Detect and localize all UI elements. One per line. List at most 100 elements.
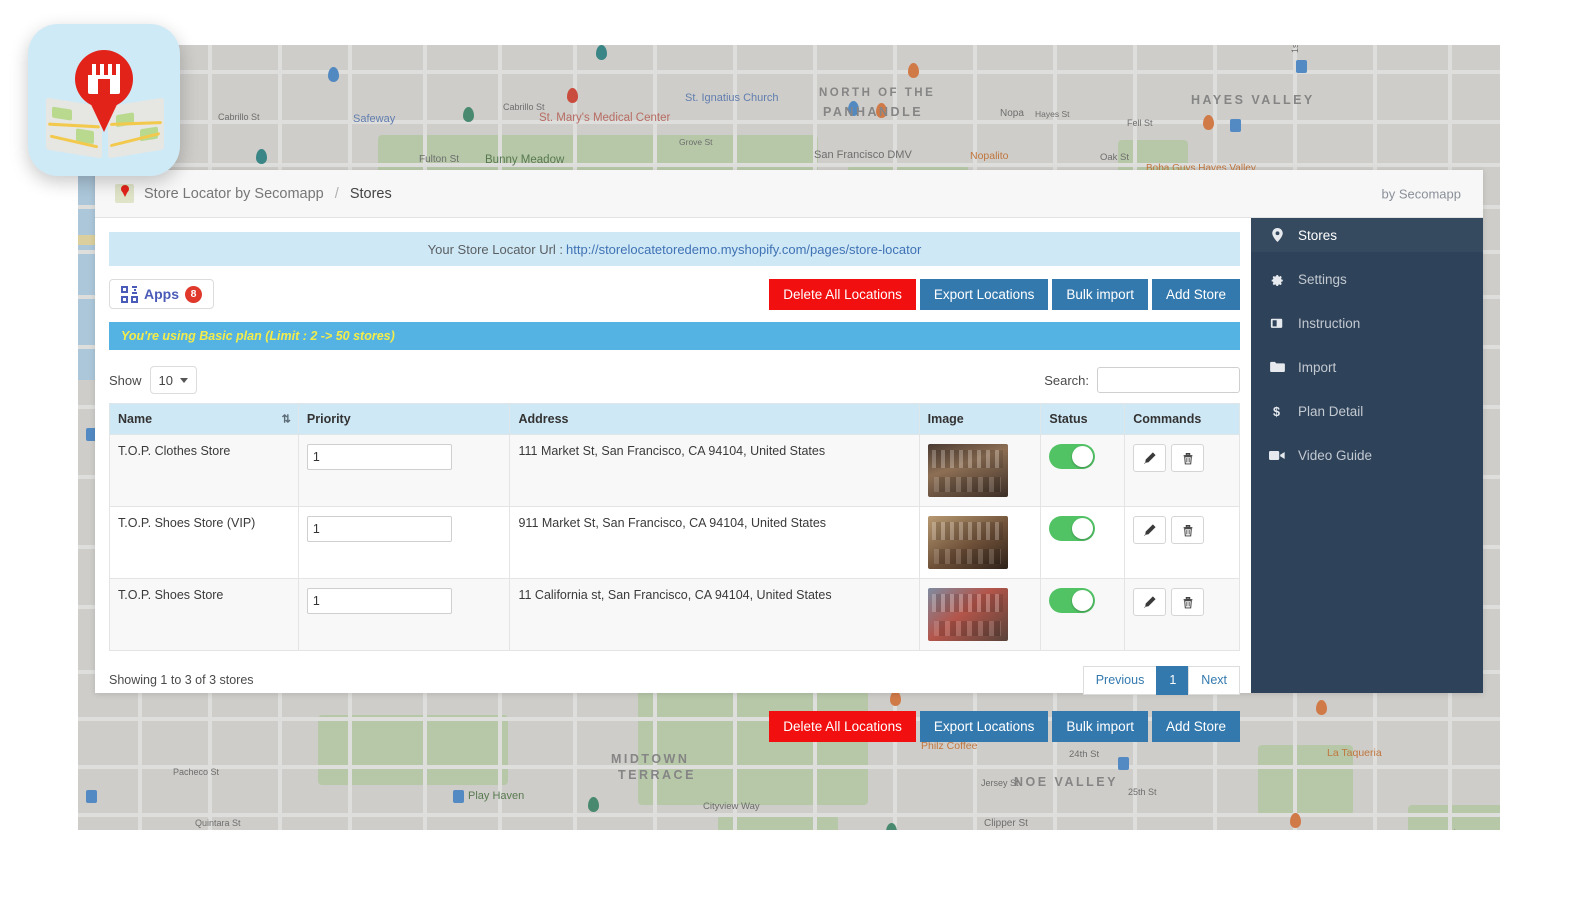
- cell-store-name: T.O.P. Clothes Store: [109, 434, 299, 507]
- cell-address: 911 Market St, San Francisco, CA 94104, …: [509, 506, 920, 579]
- map-label: HAYES VALLEY: [1191, 93, 1315, 107]
- delete-all-locations-button-bottom[interactable]: Delete All Locations: [769, 711, 916, 742]
- store-thumbnail[interactable]: [927, 588, 1008, 641]
- map-label: Fulton St: [419, 154, 460, 165]
- panel-topbar: Store Locator by Secomapp / Stores by Se…: [95, 170, 1483, 218]
- edit-store-button[interactable]: [1133, 588, 1167, 616]
- column-header-status[interactable]: Status: [1040, 403, 1126, 435]
- priority-input[interactable]: [306, 516, 452, 542]
- column-header-name[interactable]: Name ⇅: [109, 403, 299, 435]
- pagination-page-1[interactable]: 1: [1156, 665, 1190, 695]
- cell-status: [1040, 578, 1126, 651]
- pagination-previous[interactable]: Previous: [1082, 665, 1158, 695]
- column-header-image[interactable]: Image: [918, 403, 1042, 435]
- sort-icon[interactable]: ⇅: [282, 413, 291, 426]
- delete-store-button[interactable]: [1171, 444, 1205, 472]
- svg-text:$: $: [1273, 405, 1280, 419]
- status-toggle[interactable]: [1049, 516, 1096, 541]
- edit-store-button[interactable]: [1133, 516, 1167, 544]
- store-thumbnail[interactable]: [927, 444, 1008, 497]
- export-locations-button-bottom[interactable]: Export Locations: [919, 711, 1049, 742]
- priority-input[interactable]: [306, 444, 452, 470]
- map-pin-museum[interactable]: [256, 149, 267, 164]
- pagination-next[interactable]: Next: [1188, 665, 1240, 695]
- store-address-text: 911 Market St, San Francisco, CA 94104, …: [518, 516, 827, 530]
- table-row: T.O.P. Clothes Store 111 Market St, San F…: [109, 434, 1240, 507]
- sidebar-item-label: Video Guide: [1298, 447, 1373, 463]
- column-header-priority[interactable]: Priority: [297, 403, 511, 435]
- map-label: Cityview Way: [703, 801, 760, 812]
- sidebar-item-import[interactable]: Import: [1251, 350, 1483, 384]
- map-pin-juvenile[interactable]: [588, 797, 599, 812]
- cell-store-name: T.O.P. Shoes Store (VIP): [109, 506, 299, 579]
- map-pin-taqueria[interactable]: [1316, 700, 1327, 715]
- map-pin-nopa[interactable]: [908, 63, 919, 78]
- show-entries-select[interactable]: 10: [149, 366, 197, 394]
- map-transit-marker[interactable]: [453, 790, 464, 803]
- sidebar-item-plan-detail[interactable]: $ Plan Detail: [1251, 394, 1483, 428]
- delete-store-button[interactable]: [1171, 516, 1205, 544]
- map-label: St. Ignatius Church: [685, 92, 779, 104]
- sidebar-item-instruction[interactable]: Instruction: [1251, 306, 1483, 340]
- store-locator-app-icon: [28, 24, 180, 176]
- map-pin-boba[interactable]: [1203, 115, 1214, 130]
- sidebar-item-stores[interactable]: Stores: [1251, 218, 1483, 252]
- store-locator-url-link[interactable]: http://storelocatetoredemo.myshopify.com…: [566, 242, 921, 257]
- gear-icon: [1269, 272, 1285, 286]
- delete-store-button[interactable]: [1171, 588, 1205, 616]
- map-pin-elrio[interactable]: [1290, 813, 1301, 828]
- map-pin-church[interactable]: [596, 45, 607, 60]
- map-label: 1st St: [1290, 45, 1300, 53]
- status-toggle[interactable]: [1049, 444, 1096, 469]
- bulk-import-button-top[interactable]: Bulk import: [1052, 278, 1148, 310]
- sidebar-item-settings[interactable]: Settings: [1251, 262, 1483, 296]
- add-store-button-top[interactable]: Add Store: [1151, 278, 1240, 310]
- export-locations-button-top[interactable]: Export Locations: [919, 278, 1049, 310]
- map-pin-hospital[interactable]: [567, 88, 578, 103]
- cell-store-name: T.O.P. Shoes Store: [109, 578, 299, 651]
- app-logo-icon: [115, 184, 134, 203]
- map-pin-safeway[interactable]: [328, 67, 339, 82]
- add-store-button-bottom[interactable]: Add Store: [1151, 711, 1240, 742]
- map-label: 25th St: [1128, 787, 1157, 797]
- map-transit-marker[interactable]: [1118, 757, 1129, 770]
- bulk-import-button-bottom[interactable]: Bulk import: [1052, 711, 1148, 742]
- map-transit-marker[interactable]: [1230, 119, 1241, 132]
- breadcrumb-root[interactable]: Store Locator by Secomapp: [144, 186, 324, 202]
- sidebar-item-video-guide[interactable]: Video Guide: [1251, 438, 1483, 472]
- vendor-credit: by Secomapp: [1381, 186, 1462, 201]
- sidebar-nav: Stores Settings Instruction Import $ Plan Det…: [1251, 218, 1483, 693]
- priority-input[interactable]: [306, 588, 452, 614]
- delete-all-locations-button-top[interactable]: Delete All Locations: [769, 278, 916, 310]
- map-transit-marker[interactable]: [1296, 60, 1307, 73]
- top-toolbar: Apps 8 Delete All Locations Export Locat…: [109, 278, 1240, 310]
- show-entries-value: 10: [158, 372, 173, 388]
- cell-address: 111 Market St, San Francisco, CA 94104, …: [509, 434, 920, 507]
- map-label: MIDTOWN: [611, 752, 690, 766]
- map-label: Bunny Meadow: [485, 154, 565, 166]
- status-toggle[interactable]: [1049, 588, 1096, 613]
- map-transit-marker[interactable]: [86, 790, 97, 803]
- map-label: Jersey St: [981, 778, 1019, 788]
- store-thumbnail[interactable]: [927, 516, 1008, 569]
- map-pin-meadow[interactable]: [463, 107, 474, 122]
- search-input[interactable]: [1097, 367, 1240, 393]
- book-icon: [1269, 317, 1285, 330]
- table-controls: Show 10 Search:: [109, 363, 1240, 397]
- cell-priority: [297, 578, 511, 651]
- column-header-commands: Commands: [1124, 403, 1240, 435]
- stores-table-body: T.O.P. Clothes Store 111 Market St, San F…: [109, 434, 1240, 651]
- video-cam-icon: [1269, 450, 1285, 461]
- edit-store-button[interactable]: [1133, 444, 1167, 472]
- apps-button[interactable]: Apps 8: [109, 279, 214, 309]
- plan-notice-bar: You're using Basic plan (Limit : 2 -> 50…: [109, 322, 1240, 350]
- map-label: 24th St: [1069, 749, 1100, 760]
- breadcrumb-separator: /: [334, 185, 339, 202]
- store-name-text: T.O.P. Shoes Store (VIP): [118, 516, 256, 530]
- column-header-address[interactable]: Address: [509, 403, 920, 435]
- apps-button-label: Apps: [144, 286, 179, 302]
- table-footer: Showing 1 to 3 of 3 stores Previous 1 Ne…: [109, 665, 1240, 695]
- breadcrumb-current: Stores: [349, 185, 392, 202]
- map-label: La Taqueria: [1327, 747, 1382, 759]
